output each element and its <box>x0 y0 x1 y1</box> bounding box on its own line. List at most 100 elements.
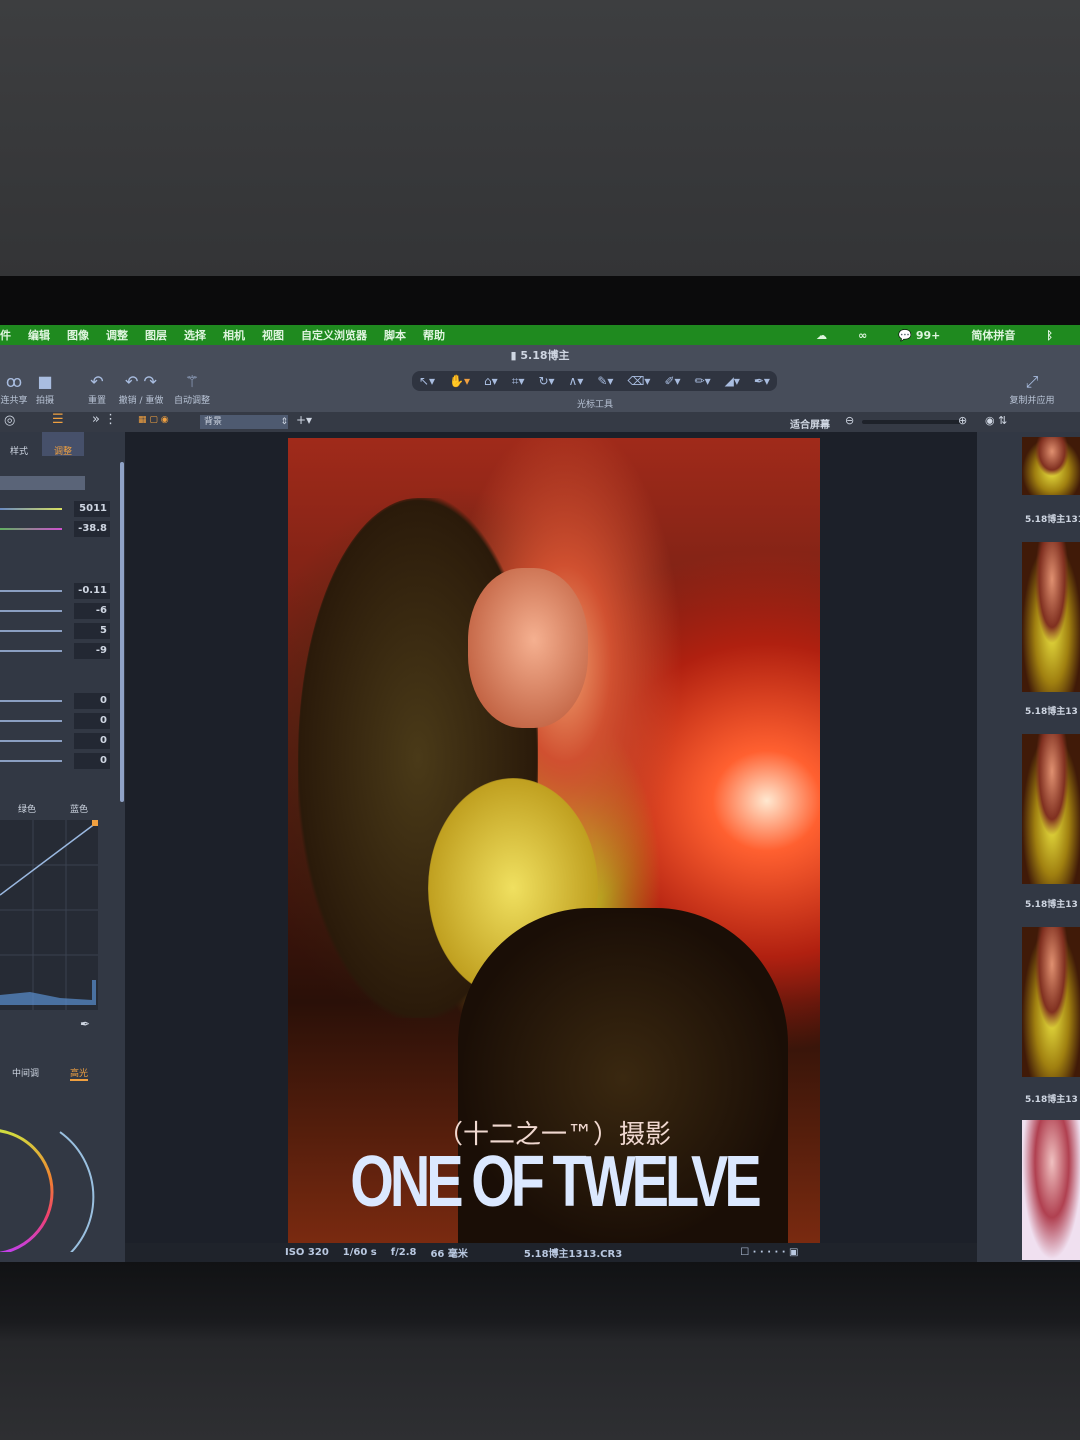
wechat-icon[interactable]: 💬 99+ <box>898 329 940 342</box>
document-icon: ▮ <box>510 349 521 362</box>
thumbnail[interactable] <box>1022 927 1080 1077</box>
thumbnail[interactable] <box>1022 437 1080 495</box>
wb-mode-select[interactable] <box>0 476 85 490</box>
main-photo[interactable]: （十二之一™）摄影 ONE OF TWELVE <box>288 438 820 1244</box>
thumbnail[interactable] <box>1022 542 1080 692</box>
thumbnail[interactable] <box>1022 734 1080 884</box>
chevron-updown-icon: ⇕ <box>280 417 288 427</box>
panel-scrollbar[interactable] <box>120 462 124 802</box>
spot-tool-icon[interactable]: ✎▾ <box>597 374 613 388</box>
pointer-tool-icon[interactable]: ↖▾ <box>419 374 435 388</box>
picker-tool-icon[interactable]: ✒▾ <box>754 374 770 388</box>
filename: 5.18博主1313.CR3 <box>523 1249 623 1260</box>
tab-midtones[interactable]: 中间调 <box>12 1066 39 1079</box>
black-slider[interactable] <box>0 760 62 762</box>
exposure-value[interactable]: -0.11 <box>74 583 110 599</box>
menu-camera[interactable]: 相机 <box>223 327 245 343</box>
thumbnail-label: 5.18博主13 <box>1025 707 1078 717</box>
tint-slider[interactable] <box>0 528 62 530</box>
add-layer-icon[interactable]: +▾ <box>296 413 312 427</box>
toolbar: ꝏ 连共享 ■ 拍摄 ↶ 重置 ↶ ↷ 撤销 / 重做 ⚚ 自动调整 ↖▾ ✋▾ ⌂▾ ⌗▾ ↻▾… <box>0 367 1080 412</box>
reset-button[interactable]: ↶ 重置 <box>84 371 110 406</box>
brightness-slider[interactable] <box>0 630 62 632</box>
menu-adjust[interactable]: 调整 <box>106 327 128 343</box>
menu-view[interactable]: 视图 <box>262 327 284 343</box>
creative-cloud-icon[interactable]: ∞ <box>858 329 867 342</box>
more-tabs-icon[interactable]: » ⋮ <box>92 412 117 427</box>
thumbnail-label: 5.18博主13 <box>1025 1095 1078 1105</box>
keystone-tool-icon[interactable]: ∧▾ <box>569 374 584 388</box>
menu-edit[interactable]: 编辑 <box>28 327 50 343</box>
menu-file[interactable]: 件 <box>0 327 11 343</box>
menu-image[interactable]: 图像 <box>67 327 89 343</box>
zoom-in-icon[interactable]: ⊕ <box>958 414 967 427</box>
curve-graph[interactable] <box>0 820 100 1010</box>
brush-tool-icon[interactable]: ✏▾ <box>695 374 711 388</box>
menu-select[interactable]: 选择 <box>184 327 206 343</box>
thumbnail[interactable] <box>1022 1120 1080 1260</box>
window-title: ▮ 5.18博主 <box>0 345 1080 367</box>
share-button[interactable]: ꝏ 连共享 <box>0 371 28 406</box>
zoom-slider[interactable] <box>862 420 962 424</box>
curve-tab-green[interactable]: 绿色 <box>18 802 36 815</box>
layer-select[interactable]: 背景 ⇕ <box>200 415 288 429</box>
brightness-value[interactable]: 5 <box>74 623 110 639</box>
kelvin-slider[interactable] <box>0 508 62 510</box>
zoom-out-icon[interactable]: ⊖ <box>845 414 854 427</box>
magic-wand-icon: ⚚ <box>184 372 200 391</box>
undo-redo-button[interactable]: ↶ ↷ 撤销 / 重做 <box>116 371 166 406</box>
input-method[interactable]: 简体拼音 <box>971 327 1015 343</box>
adjust-tab-icon[interactable]: ☰ <box>52 412 64 427</box>
capture-one-window: 件 编辑 图像 调整 图层 选择 相机 视图 自定义浏览器 脚本 帮助 ☁ ∞ … <box>0 325 1080 1262</box>
eraser-tool-icon[interactable]: ⌫▾ <box>627 374 650 388</box>
color-wheel[interactable] <box>0 1092 100 1252</box>
focal-length: 66 毫米 <box>430 1249 468 1260</box>
kelvin-value[interactable]: 5011 <box>74 501 110 517</box>
loupe-tool-icon[interactable]: ⌂▾ <box>484 374 498 388</box>
shadow-slider[interactable] <box>0 720 62 722</box>
thumbnail-label: 5.18博主131 <box>1025 515 1080 525</box>
crop-tool-icon[interactable]: ⌗▾ <box>512 374 525 389</box>
capture-button[interactable]: ■ 拍摄 <box>32 371 58 406</box>
copy-apply-button[interactable]: ⤢ 复制并应用 <box>1004 371 1060 406</box>
menu-custom-browser[interactable]: 自定义浏览器 <box>301 327 367 343</box>
menu-script[interactable]: 脚本 <box>384 327 406 343</box>
pan-tool-icon[interactable]: ✋▾ <box>449 374 470 388</box>
auto-adjust-button[interactable]: ⚚ 自动调整 <box>170 371 214 406</box>
rotate-tool-icon[interactable]: ↻▾ <box>538 374 554 388</box>
view-mode-icons[interactable]: ▦ ▢ ◉ <box>138 415 194 429</box>
curve-tab-blue[interactable]: 蓝色 <box>70 802 88 815</box>
viewer-toolbar: ◎ ☰ » ⋮ ▦ ▢ ◉ 背景 ⇕ +▾ 适合屏幕 ⊖ ⊕ ◉ ⇅ <box>0 412 1080 432</box>
tab-highlights[interactable]: 高光 <box>70 1066 89 1081</box>
photo-face <box>468 568 588 728</box>
photo-title: ONE OF TWELVE <box>350 1139 761 1222</box>
saturation-slider[interactable] <box>0 650 62 652</box>
undo-redo-icon: ↶ ↷ <box>125 372 157 391</box>
saturation-value[interactable]: -9 <box>74 643 110 659</box>
style-tab-icon[interactable]: ◎ <box>4 413 15 428</box>
wechat-badge: 99+ <box>915 328 941 342</box>
menu-help[interactable]: 帮助 <box>423 327 445 343</box>
tab-style[interactable]: 样式 <box>0 432 38 457</box>
highlight-value[interactable]: 0 <box>74 693 110 709</box>
highlight-slider[interactable] <box>0 700 62 702</box>
menu-layer[interactable]: 图层 <box>145 327 167 343</box>
shadow-value[interactable]: 0 <box>74 713 110 729</box>
white-slider[interactable] <box>0 740 62 742</box>
bluetooth-icon[interactable]: ᛒ <box>1046 329 1053 342</box>
mask-draw-icon[interactable]: ✐▾ <box>664 374 680 388</box>
fit-screen-label[interactable]: 适合屏幕 <box>790 416 830 431</box>
gradient-tool-icon[interactable]: ◢▾ <box>725 374 740 388</box>
eye-icon[interactable]: ◉ ⇅ <box>985 414 1007 427</box>
white-value[interactable]: 0 <box>74 733 110 749</box>
tab-adjust[interactable]: 调整 <box>42 432 84 457</box>
cloud-icon[interactable]: ☁ <box>816 329 827 342</box>
exposure-slider[interactable] <box>0 590 62 592</box>
tint-value[interactable]: -38.8 <box>74 521 110 537</box>
rating-stars[interactable]: ☐ · · · · · ▣ <box>740 1247 798 1258</box>
thumbnail-browser: 5.18博主131 5.18博主13 5.18博主13 5.18博主13 <box>977 432 1080 1262</box>
black-value[interactable]: 0 <box>74 753 110 769</box>
contrast-value[interactable]: -6 <box>74 603 110 619</box>
curve-picker-icon[interactable]: ✒ <box>80 1017 90 1031</box>
contrast-slider[interactable] <box>0 610 62 612</box>
